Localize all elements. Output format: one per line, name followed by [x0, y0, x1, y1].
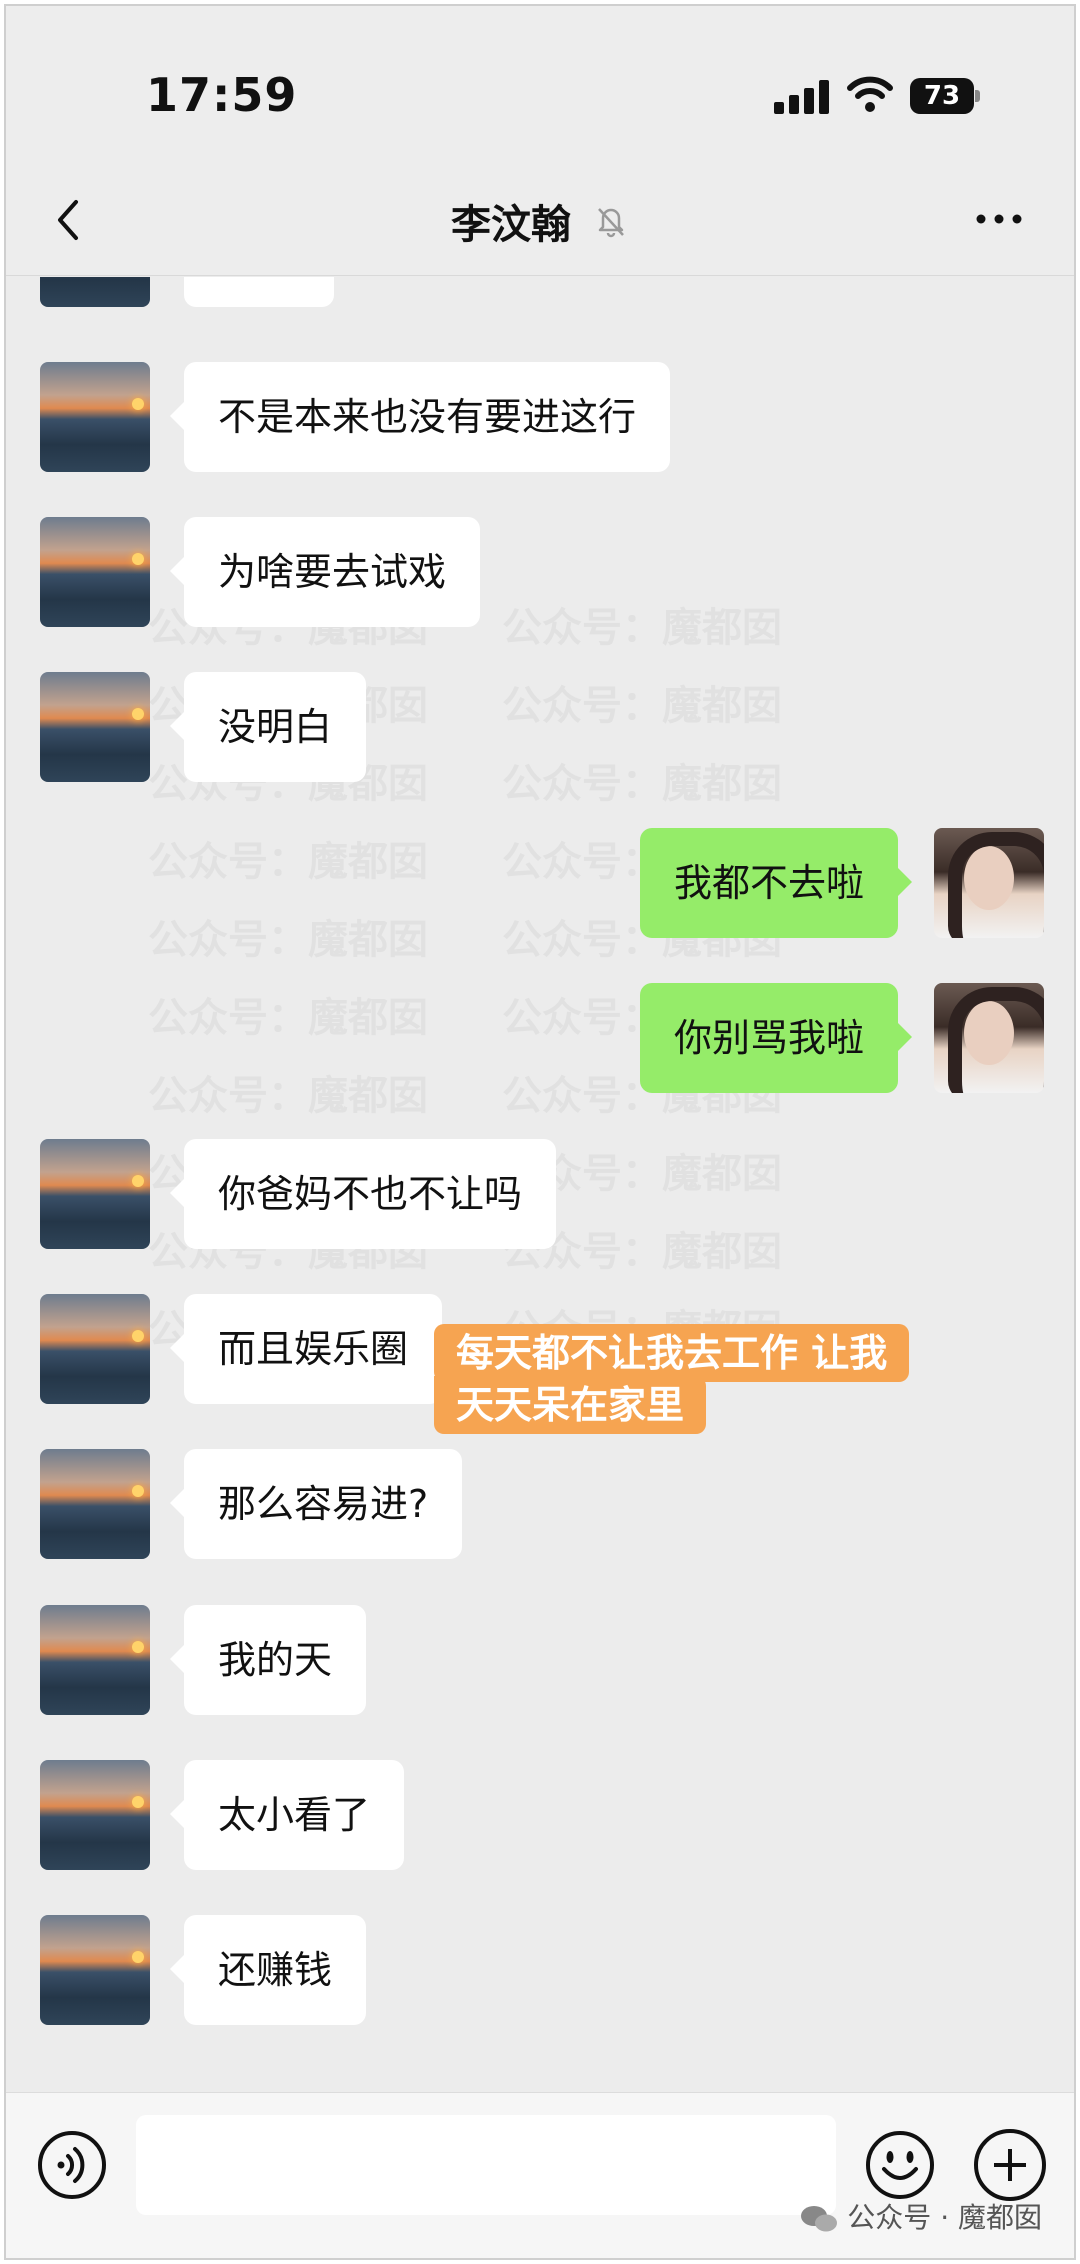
- message-bubble[interactable]: 我的天: [169, 1605, 367, 1715]
- message-bubble[interactable]: 你别骂我啦: [639, 983, 913, 1093]
- message-row: 你别骂我啦: [6, 983, 1074, 1093]
- message-row: 你爸妈不也不让吗: [6, 1139, 1074, 1249]
- contact-avatar[interactable]: [40, 1605, 150, 1715]
- chat-title-group: 李汶翰: [6, 192, 1074, 250]
- contact-avatar[interactable]: [40, 362, 150, 472]
- message-bubble[interactable]: 你爸妈不也不让吗: [169, 1139, 557, 1249]
- caption-line-2: 天天呆在家里: [434, 1376, 707, 1434]
- emoji-icon[interactable]: [864, 2129, 936, 2201]
- wifi-icon: [847, 76, 893, 112]
- contact-avatar[interactable]: [40, 1915, 150, 2025]
- caption-line-1: 每天都不让我去工作 让我: [434, 1324, 910, 1382]
- chat-header: 李汶翰: [6, 166, 1074, 276]
- subtitle-caption: 每天都不让我去工作 让我 天天呆在家里: [434, 1324, 994, 1434]
- message-bubble[interactable]: 没明白: [169, 672, 367, 782]
- self-avatar[interactable]: [934, 828, 1044, 938]
- message-row: 不是本来也没有要进这行: [6, 362, 1074, 472]
- message-input[interactable]: [136, 2115, 836, 2215]
- battery-level: 73: [910, 78, 974, 114]
- phone-frame: 17:59 73 李汶翰 不是本来也没有要进这行 为啥要去试戏 没明白 我都不去…: [4, 4, 1076, 2260]
- message-row: 那么容易进?: [6, 1449, 1074, 1559]
- plus-icon[interactable]: [974, 2129, 1046, 2201]
- contact-avatar[interactable]: [40, 1449, 150, 1559]
- voice-icon[interactable]: [36, 2129, 108, 2201]
- message-bubble[interactable]: 不是本来也没有要进这行: [169, 362, 671, 472]
- contact-avatar[interactable]: [40, 517, 150, 627]
- message-bubble-clipped[interactable]: [184, 277, 334, 307]
- message-bubble[interactable]: 我都不去啦: [639, 828, 913, 938]
- wechat-icon: [801, 2206, 838, 2232]
- message-row: 还赚钱: [6, 1915, 1074, 2025]
- message-row-clipped: [6, 277, 1074, 307]
- message-bubble[interactable]: 为啥要去试戏: [169, 517, 481, 627]
- contact-avatar[interactable]: [40, 672, 150, 782]
- message-bubble[interactable]: 而且娱乐圈: [169, 1294, 443, 1404]
- message-row: 为啥要去试戏: [6, 517, 1074, 627]
- message-bubble[interactable]: 还赚钱: [169, 1915, 367, 2025]
- message-row: 没明白: [6, 672, 1074, 782]
- contact-avatar[interactable]: [40, 277, 150, 307]
- contact-avatar[interactable]: [40, 1760, 150, 1870]
- message-row: 太小看了: [6, 1760, 1074, 1870]
- message-row: 我的天: [6, 1605, 1074, 1715]
- status-time: 17:59: [146, 68, 298, 122]
- contact-avatar[interactable]: [40, 1139, 150, 1249]
- footer-watermark: 公众号 · 魔都囡: [799, 2196, 1042, 2236]
- chat-title: 李汶翰: [451, 202, 572, 248]
- more-dots-icon[interactable]: [974, 204, 1024, 234]
- cellular-signal-icon: [774, 80, 830, 114]
- message-bubble[interactable]: 那么容易进?: [169, 1449, 463, 1559]
- bell-muted-icon: [598, 208, 624, 238]
- message-row: 我都不去啦: [6, 828, 1074, 938]
- battery-icon: 73: [910, 78, 980, 114]
- footer-watermark-text: 公众号 · 魔都囡: [847, 2201, 1042, 2234]
- contact-avatar[interactable]: [40, 1294, 150, 1404]
- status-bar: 17:59 73: [6, 6, 1074, 186]
- message-bubble[interactable]: 太小看了: [169, 1760, 405, 1870]
- message-list[interactable]: 公众号：魔都囡 公众号：魔都囡 公众号：魔都囡 公众号：魔都囡 公众号：魔都囡 …: [6, 277, 1074, 2092]
- self-avatar[interactable]: [934, 983, 1044, 1093]
